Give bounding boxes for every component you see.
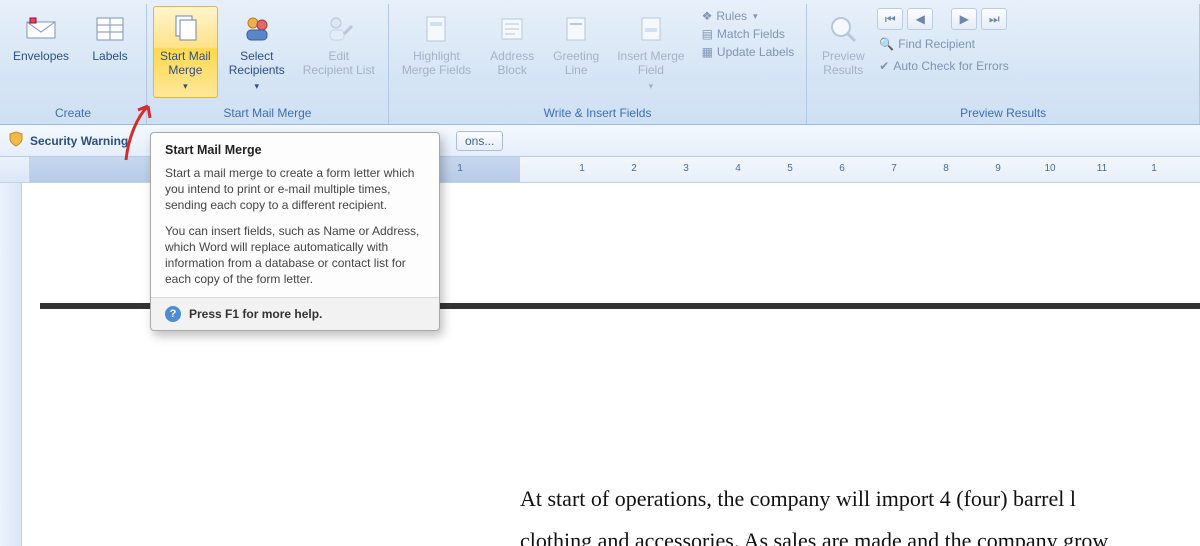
update-labels-button[interactable]: ▦ Update Labels xyxy=(700,44,797,60)
envelope-icon xyxy=(23,11,59,47)
rules-button[interactable]: ❖ Rules ▾ xyxy=(700,8,797,24)
search-icon: 🔍 xyxy=(879,37,894,51)
documents-icon xyxy=(167,11,203,47)
nav-prev-button[interactable]: ◀ xyxy=(907,8,933,30)
doc-line-1: At start of operations, the company will… xyxy=(520,478,1200,520)
find-recipient-button[interactable]: 🔍 Find Recipient xyxy=(877,36,1010,52)
options-button[interactable]: ons... xyxy=(456,131,503,151)
highlight-merge-fields-label: Highlight Merge Fields xyxy=(402,49,471,77)
address-block-icon xyxy=(494,11,530,47)
chevron-down-icon: ▾ xyxy=(753,11,758,22)
find-recipient-label: Find Recipient xyxy=(898,37,975,51)
chevron-down-icon: ▾ xyxy=(183,79,188,93)
update-labels-icon: ▦ xyxy=(702,45,713,59)
match-fields-button[interactable]: ▤ Match Fields xyxy=(700,26,797,42)
vertical-ruler[interactable] xyxy=(0,183,22,546)
tooltip-p1: Start a mail merge to create a form lett… xyxy=(165,165,425,213)
chevron-down-icon: ▾ xyxy=(649,79,654,93)
group-preview-results: Preview Results ⏮ ◀ ▶ ⏭ 🔍 Find Recipient… xyxy=(807,4,1200,124)
group-start-mail-merge-label: Start Mail Merge xyxy=(153,103,382,124)
labels-label: Labels xyxy=(92,49,127,63)
match-fields-icon: ▤ xyxy=(702,27,713,41)
security-warning-text: Security Warning xyxy=(30,134,128,148)
insert-merge-field-button[interactable]: Insert Merge Field ▾ xyxy=(610,6,691,98)
address-block-button[interactable]: Address Block xyxy=(482,6,542,82)
labels-icon xyxy=(92,11,128,47)
greeting-line-icon xyxy=(558,11,594,47)
group-preview-results-label: Preview Results xyxy=(813,103,1193,124)
envelopes-label: Envelopes xyxy=(13,49,69,63)
people-icon xyxy=(239,11,275,47)
edit-recipient-list-label: Edit Recipient List xyxy=(303,49,375,77)
edit-recipient-list-button[interactable]: Edit Recipient List xyxy=(296,6,382,82)
magnifier-abc-icon xyxy=(825,11,861,47)
ribbon: Envelopes Labels Create Start Mail Merge… xyxy=(0,0,1200,125)
greeting-line-button[interactable]: Greeting Line xyxy=(546,6,606,82)
update-labels-label: Update Labels xyxy=(717,45,794,59)
insert-merge-field-label: Insert Merge Field xyxy=(617,49,684,77)
chevron-down-icon: ▾ xyxy=(254,79,259,93)
rules-icon: ❖ xyxy=(702,9,713,23)
group-start-mail-merge: Start Mail Merge ▾ Select Recipients ▾ E… xyxy=(147,4,389,124)
nav-next-button[interactable]: ▶ xyxy=(951,8,977,30)
nav-last-button[interactable]: ⏭ xyxy=(981,8,1007,30)
group-write-insert-label: Write & Insert Fields xyxy=(395,103,800,124)
highlight-doc-icon xyxy=(418,11,454,47)
person-edit-icon xyxy=(321,11,357,47)
rules-label: Rules xyxy=(716,9,747,23)
address-block-label: Address Block xyxy=(490,49,534,77)
start-mail-merge-button[interactable]: Start Mail Merge ▾ xyxy=(153,6,218,98)
envelopes-button[interactable]: Envelopes xyxy=(6,6,76,68)
auto-check-errors-button[interactable]: ✔ Auto Check for Errors xyxy=(877,58,1010,74)
nav-first-button[interactable]: ⏮ xyxy=(877,8,903,30)
document-text[interactable]: At start of operations, the company will… xyxy=(520,478,1200,546)
highlight-merge-fields-button[interactable]: Highlight Merge Fields xyxy=(395,6,478,82)
check-icon: ✔ xyxy=(879,59,889,73)
start-mail-merge-label: Start Mail Merge xyxy=(160,49,211,77)
tooltip-title: Start Mail Merge xyxy=(165,143,425,157)
preview-results-button[interactable]: Preview Results xyxy=(813,6,873,82)
doc-line-2: clothing and accessories. As sales are m… xyxy=(520,520,1200,546)
tooltip-p2: You can insert fields, such as Name or A… xyxy=(165,223,425,287)
tooltip-footer-text: Press F1 for more help. xyxy=(189,307,322,321)
group-write-insert: Highlight Merge Fields Address Block Gre… xyxy=(389,4,807,124)
group-create: Envelopes Labels Create xyxy=(0,4,147,124)
select-recipients-button[interactable]: Select Recipients ▾ xyxy=(222,6,292,98)
greeting-line-label: Greeting Line xyxy=(553,49,599,77)
group-create-label: Create xyxy=(6,103,140,124)
insert-merge-field-icon xyxy=(633,11,669,47)
start-mail-merge-tooltip: Start Mail Merge Start a mail merge to c… xyxy=(150,132,440,331)
help-icon: ? xyxy=(165,306,181,322)
auto-check-errors-label: Auto Check for Errors xyxy=(893,59,1008,73)
preview-results-label: Preview Results xyxy=(822,49,865,77)
labels-button[interactable]: Labels xyxy=(80,6,140,68)
shield-icon xyxy=(8,131,24,150)
match-fields-label: Match Fields xyxy=(717,27,785,41)
select-recipients-label: Select Recipients xyxy=(229,49,285,77)
